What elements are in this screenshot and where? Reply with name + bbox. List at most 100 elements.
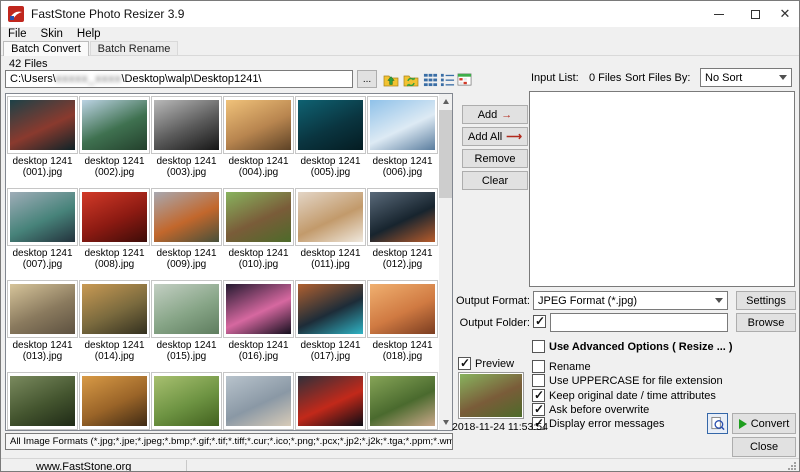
tab-batch-rename[interactable]: Batch Rename xyxy=(90,41,178,55)
file-item[interactable]: desktop 1241(002).jpg xyxy=(79,96,150,178)
file-thumbnail-image xyxy=(226,192,291,242)
file-name-label: desktop 1241(018).jpg xyxy=(367,340,438,362)
file-item[interactable]: desktop 1241(024).jpg xyxy=(367,372,438,431)
settings-button[interactable]: Settings xyxy=(736,291,796,310)
option-label: Rename xyxy=(549,361,591,373)
folder-up-icon[interactable] xyxy=(382,71,399,88)
file-thumbnail-image xyxy=(10,376,75,426)
file-item[interactable]: desktop 1241(007).jpg xyxy=(7,188,78,270)
option-checkbox-use-uppercase[interactable] xyxy=(532,374,545,387)
menu-file[interactable]: File xyxy=(1,27,34,41)
convert-button[interactable]: Convert xyxy=(732,413,796,434)
file-item[interactable]: desktop 1241(012).jpg xyxy=(367,188,438,270)
file-thumbnail-frame xyxy=(223,280,294,338)
sort-files-label: Sort Files By: xyxy=(625,72,690,84)
statusbar-divider xyxy=(186,460,187,472)
file-item[interactable]: desktop 1241(006).jpg xyxy=(367,96,438,178)
browse-folder-dots-button[interactable]: ... xyxy=(357,70,377,88)
scrollbar-thumb[interactable] xyxy=(439,110,452,198)
output-format-value: JPEG Format (*.jpg) xyxy=(538,295,637,307)
app-window: FastStone Photo Resizer 3.9 ✕ File Skin … xyxy=(0,0,800,472)
file-item[interactable]: desktop 1241(005).jpg xyxy=(295,96,366,178)
thumbnail-scrollbar[interactable] xyxy=(439,94,452,430)
output-format-dropdown[interactable]: JPEG Format (*.jpg) xyxy=(533,291,728,310)
details-view-icon[interactable] xyxy=(439,71,456,88)
file-thumbnail-frame xyxy=(367,372,438,430)
file-thumbnail-image xyxy=(370,100,435,150)
clear-button[interactable]: Clear xyxy=(462,171,528,190)
output-folder-checkbox[interactable] xyxy=(533,315,546,328)
file-item[interactable]: desktop 1241(020).jpg xyxy=(79,372,150,431)
file-name-label: desktop 1241(014).jpg xyxy=(79,340,150,362)
preview-zoom-button[interactable] xyxy=(707,413,728,434)
close-button[interactable]: Close xyxy=(732,437,796,457)
file-item[interactable]: desktop 1241(003).jpg xyxy=(151,96,222,178)
file-item[interactable]: desktop 1241(011).jpg xyxy=(295,188,366,270)
file-item[interactable]: desktop 1241(014).jpg xyxy=(79,280,150,362)
maximize-button[interactable] xyxy=(739,1,771,27)
file-item[interactable]: desktop 1241(017).jpg xyxy=(295,280,366,362)
file-name-label: desktop 1241(005).jpg xyxy=(295,156,366,178)
add-all-button[interactable]: Add All ⟶ xyxy=(462,127,528,146)
minimize-button[interactable] xyxy=(703,1,735,27)
close-window-button[interactable]: ✕ xyxy=(769,1,800,27)
option-label: Use UPPERCASE for file extension xyxy=(549,375,723,387)
file-thumbnail-frame xyxy=(295,280,366,338)
file-thumbnail-image xyxy=(298,100,363,150)
file-item[interactable]: desktop 1241(016).jpg xyxy=(223,280,294,362)
menu-skin[interactable]: Skin xyxy=(34,27,70,41)
color-grid-icon[interactable] xyxy=(456,71,473,88)
tab-bar: Batch Convert Batch Rename xyxy=(1,41,799,55)
option-checkbox-ask-before[interactable] xyxy=(532,403,545,416)
tab-batch-convert[interactable]: Batch Convert xyxy=(3,41,89,56)
website-link[interactable]: www.FastStone.org xyxy=(36,461,131,472)
file-item[interactable]: desktop 1241(022).jpg xyxy=(223,372,294,431)
resize-grip[interactable] xyxy=(787,461,797,471)
advanced-options-label: Use Advanced Options ( Resize ... ) xyxy=(549,341,733,353)
file-name-label: desktop 1241(016).jpg xyxy=(223,340,294,362)
file-thumbnail-image xyxy=(370,192,435,242)
file-item[interactable]: desktop 1241(021).jpg xyxy=(151,372,222,431)
file-item[interactable]: desktop 1241(010).jpg xyxy=(223,188,294,270)
preview-checkbox[interactable] xyxy=(458,357,471,370)
option-checkbox-rename[interactable] xyxy=(532,360,545,373)
chevron-down-icon xyxy=(715,298,723,303)
browse-button[interactable]: Browse xyxy=(736,313,796,332)
file-thumbnail-frame xyxy=(79,372,150,430)
file-thumbnail-frame xyxy=(151,96,222,154)
output-folder-input[interactable] xyxy=(550,313,728,332)
menu-help[interactable]: Help xyxy=(70,27,108,41)
file-item[interactable]: desktop 1241(009).jpg xyxy=(151,188,222,270)
folder-path-input[interactable]: C:\Users\xxxxx_xxxx\Desktop\walp\Desktop… xyxy=(5,70,353,88)
file-item[interactable]: desktop 1241(004).jpg xyxy=(223,96,294,178)
advanced-options-checkbox[interactable] xyxy=(532,340,545,353)
file-item[interactable]: desktop 1241(013).jpg xyxy=(7,280,78,362)
preview-timestamp: 2018-11-24 11:53:54 xyxy=(452,421,548,433)
add-button[interactable]: Add → xyxy=(462,105,528,124)
file-name-label: desktop 1241(012).jpg xyxy=(367,248,438,270)
scroll-down-arrow-icon[interactable] xyxy=(439,415,452,430)
app-logo-icon xyxy=(8,6,24,22)
file-item[interactable]: desktop 1241(008).jpg xyxy=(79,188,150,270)
thumbnail-view-icon[interactable] xyxy=(422,71,439,88)
format-filter-dropdown[interactable]: All Image Formats (*.jpg;*.jpe;*.jpeg;*.… xyxy=(5,433,453,450)
file-thumbnail-frame xyxy=(79,188,150,246)
file-thumbnail-image xyxy=(226,376,291,426)
path-suffix: \Desktop\walp\Desktop1241\ xyxy=(121,73,261,85)
file-thumbnail-frame xyxy=(295,96,366,154)
sort-files-dropdown[interactable]: No Sort xyxy=(700,68,792,87)
file-thumbnail-frame xyxy=(151,372,222,430)
scroll-up-arrow-icon[interactable] xyxy=(439,94,452,109)
input-file-list[interactable] xyxy=(529,91,795,287)
file-item[interactable]: desktop 1241(015).jpg xyxy=(151,280,222,362)
option-checkbox-keep-original[interactable] xyxy=(532,389,545,402)
file-thumbnail-frame xyxy=(223,188,294,246)
file-item[interactable]: desktop 1241(019).jpg xyxy=(7,372,78,431)
folder-refresh-icon[interactable] xyxy=(402,71,419,88)
file-thumbnail-image xyxy=(82,100,147,150)
file-item[interactable]: desktop 1241(001).jpg xyxy=(7,96,78,178)
remove-button[interactable]: Remove xyxy=(462,149,528,168)
file-thumbnail-frame xyxy=(151,280,222,338)
file-item[interactable]: desktop 1241(023).jpg xyxy=(295,372,366,431)
file-item[interactable]: desktop 1241(018).jpg xyxy=(367,280,438,362)
